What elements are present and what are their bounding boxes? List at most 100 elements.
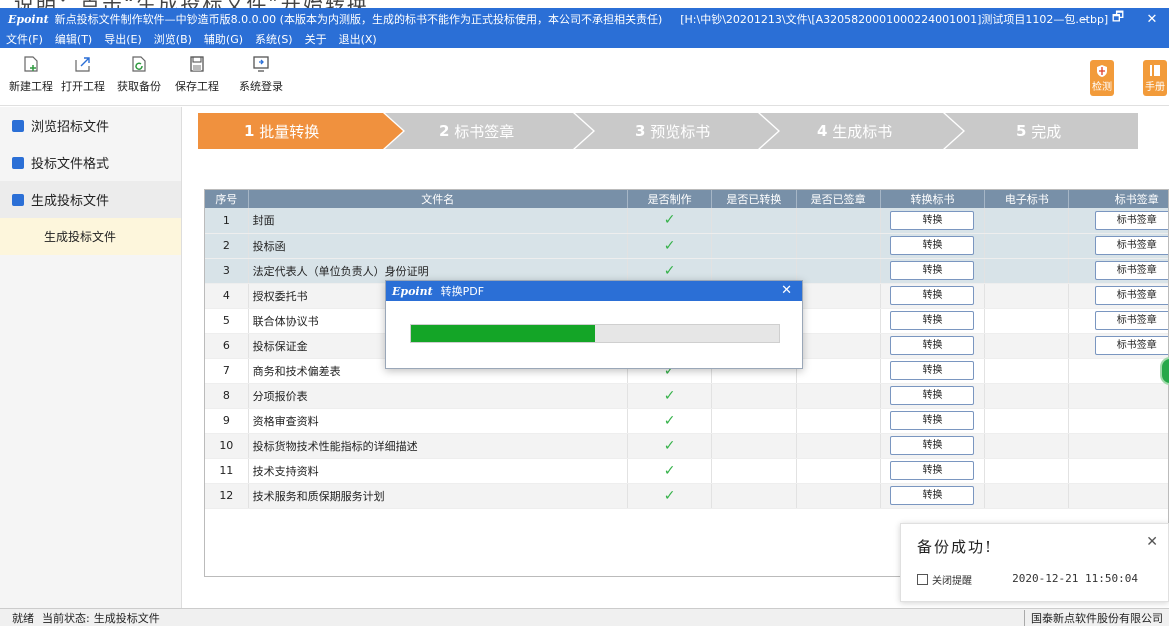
table-row[interactable]: 8 分项报价表 ✓ 转换 xyxy=(205,383,1168,409)
cell-no-text: 7 xyxy=(222,364,230,377)
cell-ebid xyxy=(984,483,1070,509)
menu-exit[interactable]: 退出(X) xyxy=(339,31,377,47)
header-ebid: 电子标书 xyxy=(984,190,1070,208)
dialog-title-bar: Epoint 转换PDF ✕ xyxy=(386,281,802,301)
convert-button[interactable]: 转换 xyxy=(890,461,975,480)
sidebar-item-browse[interactable]: 浏览招标文件 xyxy=(0,107,181,144)
restore-button[interactable]: 🗗 xyxy=(1101,8,1135,30)
save-project-button[interactable]: 保存工程 xyxy=(172,54,222,94)
document-icon xyxy=(12,193,24,206)
cell-made: ✓ xyxy=(627,458,713,484)
manual-button[interactable]: 手册 xyxy=(1143,60,1167,96)
backup-toast: 备份成功! ✕ 关闭提醒 2020-12-21 11:50:04 xyxy=(900,523,1169,602)
dialog-logo: Epoint xyxy=(392,284,433,298)
convert-button[interactable]: 转换 xyxy=(890,261,975,280)
cell-filename-text: 资格审查资料 xyxy=(252,414,319,428)
open-project-label: 打开工程 xyxy=(61,80,105,93)
table-row[interactable]: 9 资格审查资料 ✓ 转换 xyxy=(205,408,1168,434)
sidebar-subitem-generate[interactable]: 生成投标文件 xyxy=(0,218,181,255)
menu-file[interactable]: 文件(F) xyxy=(6,31,43,47)
menu-system[interactable]: 系统(S) xyxy=(255,31,293,47)
cell-ebid xyxy=(984,383,1070,409)
shield-icon xyxy=(1097,65,1107,77)
cell-signed xyxy=(796,383,881,409)
convert-button[interactable]: 转换 xyxy=(890,236,975,255)
table-row[interactable]: 1 封面 ✓ 转换 标书签章 xyxy=(205,208,1168,234)
menu-edit[interactable]: 编辑(T) xyxy=(55,31,92,47)
cell-sign: 标书签章 xyxy=(1068,333,1168,359)
cell-sign: 标书签章 xyxy=(1068,258,1168,284)
get-backup-label: 获取备份 xyxy=(117,80,161,93)
open-project-button[interactable]: 打开工程 xyxy=(58,54,108,94)
table-row[interactable]: 2 投标函 ✓ 转换 标书签章 xyxy=(205,233,1168,259)
menu-about[interactable]: 关于 xyxy=(305,31,327,47)
get-backup-button[interactable]: 获取备份 xyxy=(114,54,164,94)
cell-ebid xyxy=(984,233,1070,259)
cell-ebid xyxy=(984,308,1070,334)
sign-button[interactable]: 标书签章 xyxy=(1094,236,1168,255)
convert-button[interactable]: 转换 xyxy=(890,311,975,330)
sidebar-item-format[interactable]: 投标文件格式 xyxy=(0,144,181,181)
floating-assistant-icon[interactable] xyxy=(1160,357,1169,385)
cell-convert: 转换 xyxy=(880,258,986,284)
convert-button[interactable]: 转换 xyxy=(890,386,975,405)
cell-made: ✓ xyxy=(627,408,713,434)
convert-button[interactable]: 转换 xyxy=(890,286,975,305)
cell-no-text: 11 xyxy=(219,464,234,477)
minimize-button[interactable]: – xyxy=(1067,8,1101,30)
step-label: 批量转换 xyxy=(259,122,320,141)
convert-button[interactable]: 转换 xyxy=(890,411,975,430)
step-1[interactable]: 1 批量转换 xyxy=(244,113,319,149)
status-bar: 就绪 当前状态: 生成投标文件 国泰新点软件股份有限公司 xyxy=(0,608,1169,626)
cell-convert: 转换 xyxy=(880,458,986,484)
status-ready: 就绪 xyxy=(12,611,34,625)
cell-signed xyxy=(796,283,881,309)
convert-button[interactable]: 转换 xyxy=(890,361,975,380)
cell-converted xyxy=(711,483,797,509)
new-project-button[interactable]: 新建工程 xyxy=(6,54,56,94)
convert-button[interactable]: 转换 xyxy=(890,210,975,230)
cell-converted xyxy=(711,433,797,459)
sign-button[interactable]: 标书签章 xyxy=(1094,261,1168,280)
menu-export[interactable]: 导出(E) xyxy=(104,31,142,47)
header-sign: 标书签章 xyxy=(1068,190,1168,208)
dialog-close-button[interactable]: ✕ xyxy=(781,283,792,298)
sidebar-item-generate[interactable]: 生成投标文件 xyxy=(0,181,181,218)
toast-close-button[interactable]: ✕ xyxy=(1146,534,1158,550)
detect-button[interactable]: 检测 xyxy=(1090,60,1114,96)
cell-filename: 资格审查资料 xyxy=(248,408,628,434)
step-number: 4 xyxy=(817,122,828,140)
step-5[interactable]: 5 完成 xyxy=(1016,113,1061,149)
system-login-button[interactable]: 系统登录 xyxy=(236,54,286,94)
table-row[interactable]: 11 技术支持资料 ✓ 转换 xyxy=(205,458,1168,484)
convert-button[interactable]: 转换 xyxy=(890,486,975,505)
convert-button[interactable]: 转换 xyxy=(890,436,975,455)
cell-made: ✓ xyxy=(627,233,713,259)
close-button[interactable]: ✕ xyxy=(1135,8,1169,30)
step-number: 5 xyxy=(1016,122,1027,140)
step-3[interactable]: 3 预览标书 xyxy=(635,113,710,149)
sign-button[interactable]: 标书签章 xyxy=(1094,311,1168,330)
cell-sign xyxy=(1068,433,1168,459)
sign-button[interactable]: 标书签章 xyxy=(1094,336,1168,355)
close-reminder-checkbox[interactable] xyxy=(917,574,928,585)
cell-convert: 转换 xyxy=(880,433,986,459)
sign-button[interactable]: 标书签章 xyxy=(1094,210,1168,230)
header-made: 是否制作 xyxy=(627,190,713,208)
convert-button[interactable]: 转换 xyxy=(890,336,975,355)
table-row[interactable]: 12 技术服务和质保期服务计划 ✓ 转换 xyxy=(205,483,1168,509)
cell-no-text: 8 xyxy=(222,389,230,402)
file-table: 序号 文件名 是否制作 是否已转换 是否已签章 转换标书 电子标书 标书签章 1… xyxy=(204,189,1169,577)
sign-button[interactable]: 标书签章 xyxy=(1094,286,1168,305)
cell-ebid xyxy=(984,208,1070,234)
table-row[interactable]: 10 投标货物技术性能指标的详细描述 ✓ 转换 xyxy=(205,433,1168,459)
cell-convert: 转换 xyxy=(880,383,986,409)
step-4[interactable]: 4 生成标书 xyxy=(817,113,892,149)
cell-converted xyxy=(711,383,797,409)
cell-made-text: ✓ xyxy=(663,387,676,404)
cell-no: 12 xyxy=(205,483,249,509)
menu-browse[interactable]: 浏览(B) xyxy=(154,31,192,47)
cell-converted xyxy=(711,408,797,434)
menu-assist[interactable]: 辅助(G) xyxy=(204,31,243,47)
step-2[interactable]: 2 标书签章 xyxy=(439,113,514,149)
